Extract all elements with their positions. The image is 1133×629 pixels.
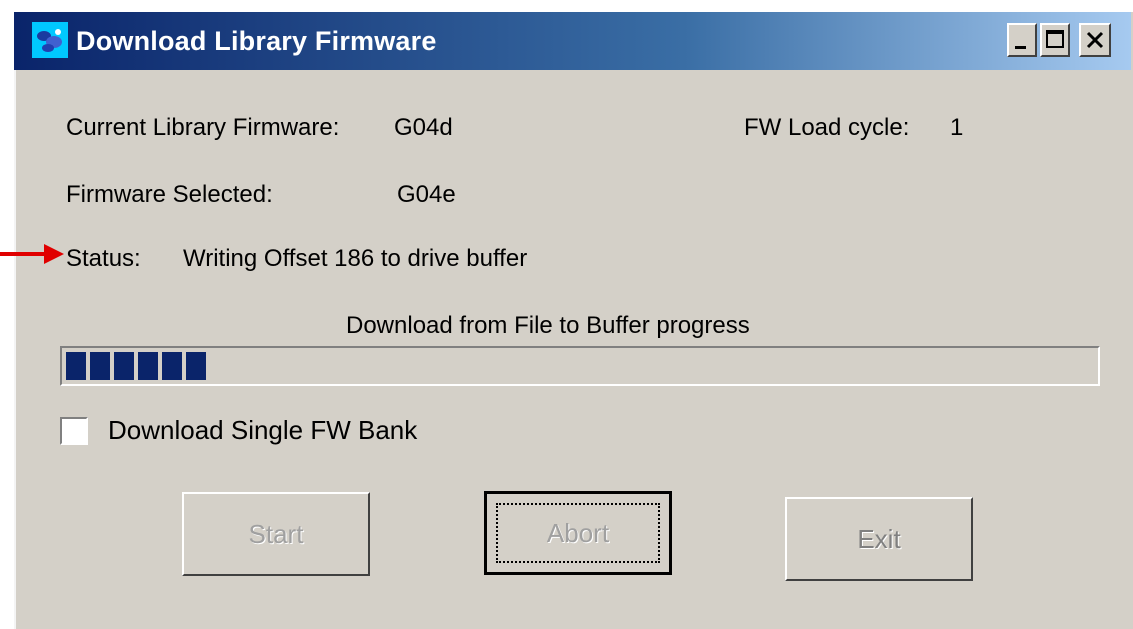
minimize-icon [1015, 46, 1026, 49]
annotation-arrow-icon [0, 244, 64, 264]
progress-block [186, 352, 206, 380]
start-button[interactable]: Start [182, 492, 370, 576]
window-title: Download Library Firmware [76, 26, 437, 56]
single-fw-bank-label[interactable]: Download Single FW Bank [108, 415, 417, 446]
fw-load-cycle-value: 1 [950, 114, 964, 141]
minimize-button[interactable] [1007, 23, 1037, 57]
progress-label: Download from File to Buffer progress [346, 312, 750, 339]
firmware-selected-value: G04e [397, 181, 456, 208]
download-progress-bar [60, 346, 1100, 386]
abort-button[interactable]: Abort [484, 491, 672, 575]
window-border [14, 12, 16, 629]
status-value: Writing Offset 186 to drive buffer [183, 245, 528, 272]
app-icon [32, 22, 68, 58]
progress-block [66, 352, 86, 380]
current-firmware-label: Current Library Firmware: [66, 114, 340, 141]
current-firmware-value: G04d [394, 114, 453, 141]
maximize-button[interactable] [1040, 23, 1070, 57]
close-icon [1086, 31, 1104, 49]
firmware-selected-label: Firmware Selected: [66, 181, 273, 208]
progress-block [138, 352, 158, 380]
start-button-label: Start [248, 518, 304, 549]
focus-rectangle [496, 503, 660, 563]
progress-block [114, 352, 134, 380]
status-label: Status: [66, 245, 141, 272]
exit-button[interactable]: Exit [785, 497, 973, 581]
maximize-icon [1046, 30, 1064, 48]
fw-load-cycle-label: FW Load cycle: [744, 114, 910, 141]
progress-fill [66, 352, 206, 380]
progress-block [162, 352, 182, 380]
progress-block [90, 352, 110, 380]
close-button[interactable] [1079, 23, 1111, 57]
single-fw-bank-checkbox[interactable] [60, 417, 88, 445]
exit-button-label: Exit [857, 523, 901, 554]
title-bar[interactable]: Download Library Firmware [14, 12, 1131, 70]
